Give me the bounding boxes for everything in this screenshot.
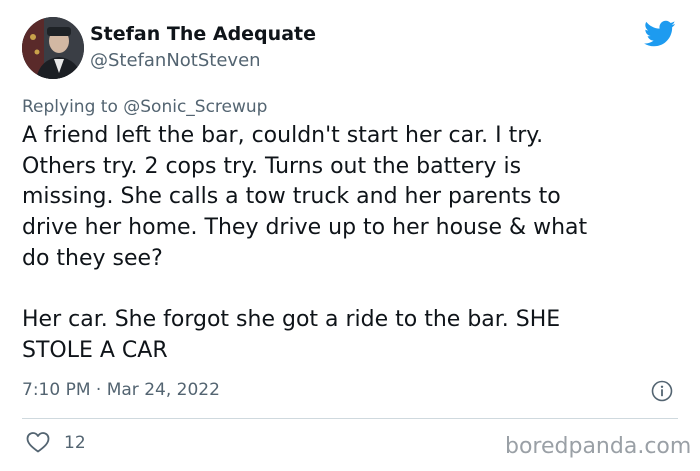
tweet-text: A friend left the bar, couldn't start he… [22,121,682,367]
tweet-timestamp[interactable]: 7:10 PM · Mar 24, 2022 [22,380,220,400]
info-icon[interactable] [651,380,673,402]
twitter-bird-icon[interactable] [644,20,676,48]
replying-to: Replying to @Sonic_Screwup [22,97,267,117]
author-handle[interactable]: @StefanNotSteven [90,50,261,71]
author-name[interactable]: Stefan The Adequate [90,23,316,45]
like-count: 12 [64,433,86,453]
replying-to-prefix: Replying to [22,97,124,117]
tweet-paragraph-1: A friend left the bar, couldn't start he… [22,123,588,271]
replying-to-handle[interactable]: @Sonic_Screwup [123,97,267,117]
watermark: boredpanda.com [505,434,692,459]
heart-icon[interactable] [26,431,50,453]
avatar-image [22,17,84,79]
divider [22,418,678,419]
avatar[interactable] [22,17,84,79]
tweet-paragraph-2: Her car. She forgot she got a ride to th… [22,307,561,363]
